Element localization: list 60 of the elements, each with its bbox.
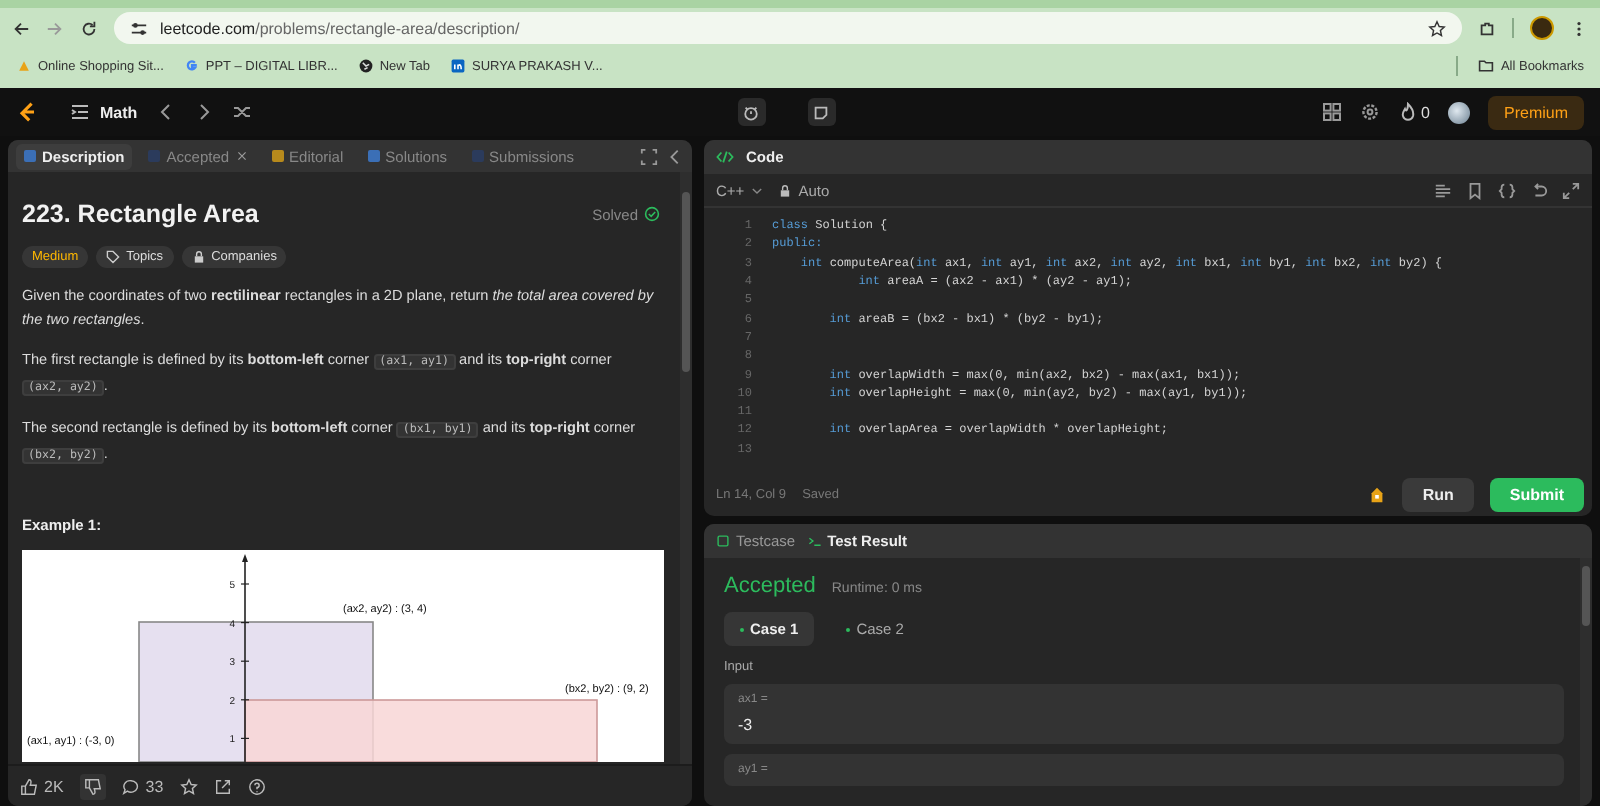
in-square-icon [450, 58, 467, 74]
logo-icon[interactable] [16, 100, 40, 124]
like-button[interactable]: 2K [20, 777, 64, 795]
tab-icon [271, 150, 284, 162]
triangle-icon [16, 58, 32, 74]
tab-icon [367, 150, 380, 162]
tab-icon [148, 150, 161, 162]
checkbox-icon [716, 534, 730, 548]
flame-icon [1397, 102, 1418, 122]
site-settings-icon[interactable] [130, 19, 148, 37]
g-letter-icon [183, 58, 200, 74]
shuffle-icon[interactable] [231, 102, 252, 122]
terminal-icon [807, 534, 822, 548]
verdict: Accepted [724, 574, 816, 598]
layout-icon[interactable] [1321, 102, 1342, 122]
expand-icon[interactable] [1562, 181, 1580, 199]
settings-icon[interactable] [1359, 102, 1380, 122]
close-icon[interactable] [235, 150, 248, 162]
lock-icon [778, 183, 793, 197]
check-circle-icon [644, 206, 660, 222]
format-icon[interactable] [1434, 181, 1452, 199]
help-icon[interactable] [247, 777, 266, 795]
streak-counter[interactable]: 0 [1397, 102, 1430, 122]
debug-icon[interactable] [1368, 485, 1387, 503]
premium-button[interactable]: Premium [1488, 95, 1585, 129]
timer-button[interactable] [737, 98, 766, 126]
problem-title: 223. Rectangle Area [22, 200, 259, 228]
globe-icon [357, 58, 374, 74]
extensions-icon[interactable] [1478, 19, 1496, 37]
address-field[interactable]: leetcode.com/problems/rectangle-area/description/ [114, 12, 1462, 44]
folder-icon [1478, 58, 1495, 74]
notes-button[interactable] [807, 98, 836, 126]
reload-icon[interactable] [80, 19, 98, 37]
tab-icon [24, 150, 36, 162]
list-icon [70, 102, 90, 122]
caret-icon [750, 183, 765, 197]
back-icon[interactable] [12, 19, 30, 37]
thumbs-up-icon [20, 777, 38, 795]
collapse-icon[interactable] [666, 147, 684, 165]
bookmark-icon[interactable] [1466, 181, 1484, 199]
code-icon [716, 148, 734, 166]
run-button[interactable]: Run [1402, 477, 1474, 511]
tab-icon [471, 150, 484, 162]
profile-avatar[interactable] [1530, 16, 1554, 40]
reset-icon[interactable] [1530, 181, 1548, 199]
dislike-icon[interactable] [79, 773, 106, 799]
lock-icon [191, 250, 206, 264]
problem-list-button[interactable]: Math [70, 102, 138, 122]
previous-icon[interactable] [155, 102, 176, 122]
note-icon [812, 103, 831, 121]
share-icon[interactable] [213, 777, 232, 795]
fullscreen-icon[interactable] [640, 147, 658, 165]
star-icon[interactable] [179, 777, 198, 795]
star-icon[interactable] [1428, 19, 1446, 37]
comments-button[interactable]: 33 [121, 777, 164, 795]
alarm-clock-icon [742, 103, 761, 121]
comment-icon [121, 777, 140, 795]
braces-icon[interactable] [1498, 181, 1516, 199]
avatar[interactable] [1448, 101, 1470, 123]
tag-icon [106, 250, 121, 264]
